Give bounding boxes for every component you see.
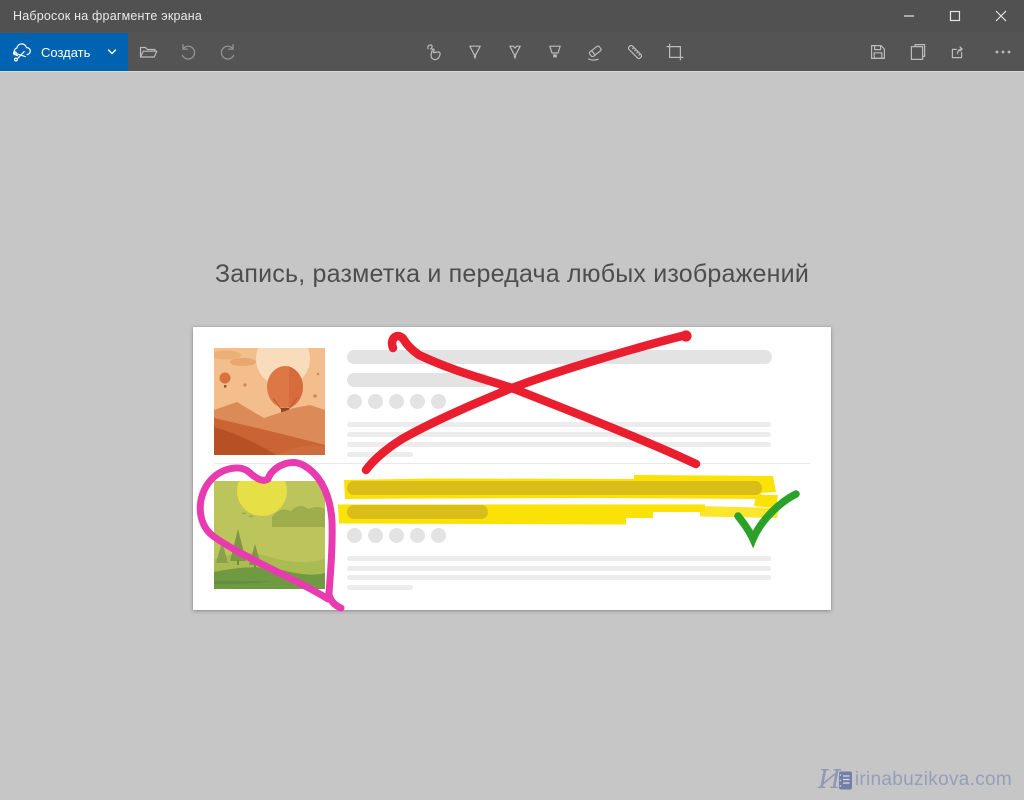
pencil-icon [509, 45, 521, 59]
red-cross-annotation [361, 330, 701, 475]
minimize-button[interactable] [886, 0, 932, 32]
watermark-notebook-icon [838, 771, 852, 789]
close-icon [995, 10, 1007, 22]
welcome-heading: Запись, разметка и передача любых изобра… [215, 260, 809, 288]
illustration-card [193, 327, 831, 612]
highlighter-icon [549, 45, 561, 57]
file-actions-group [858, 32, 1023, 71]
ruler-icon [627, 44, 643, 59]
watermark-text: irinabuzikova.com [854, 769, 1012, 790]
snip-scissors-icon [12, 43, 31, 62]
save-icon [871, 44, 885, 59]
redo-button[interactable] [208, 32, 248, 71]
crop-icon [666, 43, 684, 60]
touch-writing-button[interactable] [415, 32, 455, 71]
undo-button[interactable] [168, 32, 208, 71]
editing-canvas[interactable]: Запись, разметка и передача любых изобра… [0, 71, 1024, 800]
ruler-button[interactable] [615, 32, 655, 71]
window-header: Набросок на фрагменте экрана Создать [0, 0, 1024, 71]
chevron-down-icon[interactable] [104, 44, 120, 60]
redo-icon [220, 43, 235, 60]
new-snip-button[interactable]: Создать [0, 33, 128, 71]
snip-sketch-window: Набросок на фрагменте экрана Создать Зап… [0, 0, 1024, 800]
open-file-button[interactable] [128, 32, 168, 71]
eraser-icon [588, 44, 602, 61]
window-title: Набросок на фрагменте экрана [13, 9, 203, 23]
share-button[interactable] [938, 32, 978, 71]
pencil-button[interactable] [495, 32, 535, 71]
watermark: И irinabuzikova.com [818, 765, 1012, 795]
pink-heart-annotation [196, 459, 345, 612]
yellow-highlight-annotation [338, 475, 779, 525]
undo-icon [181, 43, 196, 60]
more-options-button[interactable] [983, 32, 1023, 71]
ink-tools-group [415, 32, 695, 71]
maximize-button[interactable] [932, 0, 978, 32]
copy-icon [910, 43, 926, 60]
ballpoint-pen-button[interactable] [455, 32, 495, 71]
ballpoint-pen-icon [469, 45, 481, 59]
minimize-icon [904, 15, 914, 17]
crop-button[interactable] [655, 32, 695, 71]
save-button[interactable] [858, 32, 898, 71]
new-snip-label: Создать [41, 44, 91, 60]
close-button[interactable] [978, 0, 1024, 32]
copy-button[interactable] [898, 32, 938, 71]
touch-writing-icon [427, 43, 441, 60]
share-icon [951, 45, 963, 58]
ellipsis-icon [995, 50, 1011, 53]
ink-annotations-layer [196, 330, 800, 612]
title-bar[interactable]: Набросок на фрагменте экрана [0, 0, 1024, 32]
highlighter-button[interactable] [535, 32, 575, 71]
maximize-icon [949, 10, 961, 22]
toolbar: Создать [0, 32, 1024, 71]
eraser-button[interactable] [575, 32, 615, 71]
open-folder-icon [139, 46, 158, 58]
